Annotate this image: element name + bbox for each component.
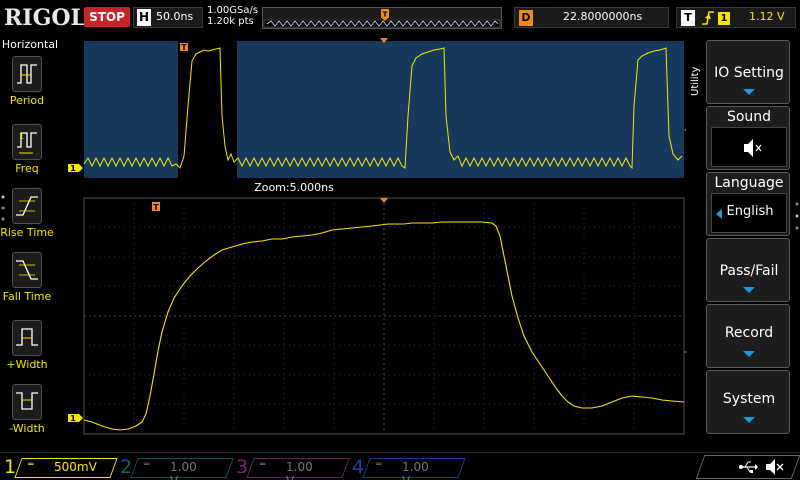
svg-text:T: T	[181, 43, 187, 52]
period-icon	[12, 56, 42, 92]
period-label: Period	[9, 94, 45, 107]
trigger-level: 1.12 V	[749, 10, 785, 23]
svg-text:T: T	[153, 203, 159, 212]
brand-logo: RIGOL	[4, 5, 86, 31]
fall-time-icon	[12, 252, 42, 288]
dc-coupling-icon: ═	[376, 460, 382, 470]
channel-scale: 500mV	[54, 460, 97, 474]
menu-io-setting[interactable]: IO Setting	[706, 40, 790, 104]
main-center-marker-icon	[380, 198, 388, 203]
horizontal-label: H	[137, 9, 151, 26]
menu-sound[interactable]: Sound	[706, 106, 790, 170]
negative-width-label: -Width	[9, 422, 45, 435]
fall-time-label: Fall Time	[2, 290, 52, 303]
memory-overview-icon: T	[263, 9, 501, 28]
menu-language[interactable]: Language English	[706, 172, 790, 236]
rise-time-icon	[12, 188, 42, 224]
measure-period[interactable]: Period	[6, 56, 60, 107]
delay-label: D	[519, 10, 533, 26]
chevron-down-icon	[743, 89, 755, 95]
usb-icon	[738, 458, 758, 480]
top-status-bar: RIGOL STOP H 50.0ns 1.00GSa/s 1.20k pts …	[0, 0, 800, 36]
utility-text: Utility	[690, 67, 701, 96]
menu-page-dots-icon	[794, 200, 800, 238]
waveform-memory-bar: T	[262, 7, 502, 29]
language-value: English	[726, 204, 774, 219]
trigger-display[interactable]: T 1 1.12 V	[676, 7, 796, 28]
panel-page-dots-icon	[1, 194, 5, 228]
menu-pass-fail[interactable]: Pass/Fail	[706, 238, 790, 302]
sound-value-box	[711, 127, 787, 167]
rising-edge-icon	[701, 9, 715, 31]
measure-fall-time[interactable]: Fall Time	[3, 252, 60, 303]
menu-label: IO Setting	[714, 65, 784, 81]
acquisition-info: 1.00GSa/s 1.20k pts	[207, 5, 258, 27]
rise-time-label: Rise Time	[0, 226, 54, 239]
menu-record[interactable]: Record	[706, 304, 790, 368]
speaker-muted-icon	[764, 457, 786, 480]
frequency-icon: 1	[12, 124, 42, 160]
positive-width-icon	[12, 320, 42, 356]
negative-width-icon	[12, 384, 42, 420]
timebase-value: 50.0ns	[156, 10, 194, 23]
channel-bar: 1 ═ 500mV 2 ═ 1.00 V 3 ═ 1.00 V 4 ═ 1.00…	[0, 452, 800, 480]
svg-text:1: 1	[19, 132, 24, 141]
chevron-down-icon	[743, 351, 755, 357]
utility-tab-label: Utility	[688, 58, 702, 98]
zoom-window	[178, 41, 237, 178]
chevron-down-icon	[743, 417, 755, 423]
channel-scale: 1.00 V	[402, 460, 429, 480]
delay-value: 22.8000000ns	[563, 10, 643, 23]
measure-frequency[interactable]: 1 Freq	[6, 124, 60, 175]
measure-positive-width[interactable]: +Width	[6, 320, 60, 371]
horizontal-timebase[interactable]: H 50.0ns	[133, 7, 203, 28]
menu-label: Pass/Fail	[719, 263, 779, 279]
menu-label: Sound	[726, 109, 772, 125]
dc-coupling-icon: ═	[144, 460, 150, 470]
svg-text:T: T	[383, 11, 388, 19]
language-value-box: English	[711, 193, 787, 233]
trigger-label: T	[681, 10, 695, 26]
chevron-down-icon	[743, 287, 755, 293]
measure-rise-time[interactable]: Rise Time	[0, 188, 60, 239]
menu-label: Record	[724, 325, 774, 341]
sample-rate: 1.00GSa/s	[207, 5, 259, 16]
menu-system[interactable]: System	[706, 370, 790, 434]
waveform-display: T 1 Zoom:5.000ns T 1	[62, 36, 698, 452]
dc-coupling-icon: ═	[28, 460, 34, 470]
panel-title: Horizontal	[1, 38, 59, 51]
channel-scale: 1.00 V	[170, 460, 197, 480]
positive-width-label: +Width	[6, 358, 48, 371]
delay-display[interactable]: D 22.8000000ns	[514, 7, 669, 28]
dc-coupling-icon: ═	[260, 460, 266, 470]
measurement-panel: Horizontal Period 1 Freq Rise Time Fall …	[0, 36, 60, 452]
svg-text:1: 1	[70, 164, 76, 173]
svg-text:1: 1	[70, 414, 76, 423]
menu-label: System	[722, 391, 776, 407]
speaker-muted-icon	[744, 139, 762, 157]
trigger-source: 1	[718, 12, 730, 25]
channel-scale: 1.00 V	[286, 460, 313, 480]
zoom-label: Zoom:5.000ns	[254, 181, 334, 194]
frequency-label: Freq	[15, 162, 39, 175]
menu-label: Language	[714, 175, 784, 191]
waveform-svg: T 1 Zoom:5.000ns T 1	[68, 38, 698, 435]
overview-trigger-level-icon	[684, 126, 698, 134]
measure-negative-width[interactable]: -Width	[6, 384, 60, 435]
memory-depth: 1.20k pts	[207, 16, 254, 27]
main-grid	[83, 197, 685, 435]
run-stop-button[interactable]: STOP	[84, 7, 130, 27]
